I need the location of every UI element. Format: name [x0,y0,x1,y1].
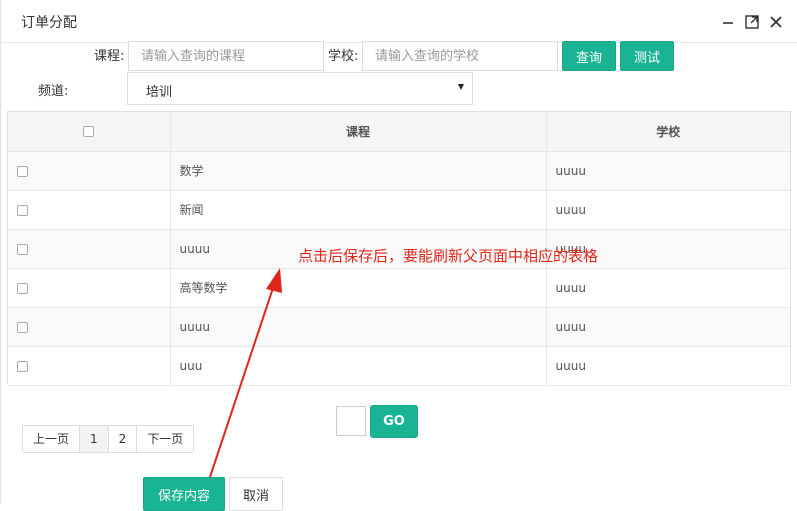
course-cell: uuuu [170,307,547,347]
row-checkbox[interactable] [17,360,28,372]
table-row[interactable]: 数学 uuuu [8,151,790,191]
channel-label: 频道: [38,84,69,99]
table-row[interactable]: 高等数学 uuuu [8,268,790,308]
school-search-input[interactable] [362,41,558,71]
annotation-text: 点击后保存后，要能刷新父页面中相应的表格 [298,247,599,265]
channel-selected-value: 培训 [146,85,173,100]
close-icon[interactable] [768,14,784,30]
table-header-row: 课程 学校 [8,112,790,152]
maximize-icon[interactable] [744,14,760,30]
row-checkbox[interactable] [17,321,28,333]
next-page-button[interactable]: 下一页 [137,426,194,452]
school-label: 学校: [328,49,359,64]
table-row[interactable]: uuu uuuu [8,346,790,386]
column-header-school: 学校 [546,112,790,152]
table-row[interactable]: 新闻 uuuu [8,190,790,230]
page-button-2[interactable]: 2 [108,426,138,452]
course-cell: 新闻 [170,190,547,230]
row-select-cell [8,190,171,230]
dialog-title: 订单分配 [21,15,77,31]
minimize-icon[interactable] [720,14,736,30]
column-header-course: 课程 [170,112,547,152]
row-select-cell [8,229,171,269]
test-button[interactable]: 测试 [620,41,674,71]
course-label: 课程: [94,49,125,64]
cancel-button[interactable]: 取消 [229,477,283,511]
row-checkbox[interactable] [17,243,28,255]
page-button-1[interactable]: 1 [80,426,109,452]
pagination: 上一页 1 2 下一页 [22,425,195,453]
course-cell: 数学 [170,151,547,191]
course-cell: 高等数学 [170,268,547,308]
dropdown-caret-icon [458,84,464,90]
row-checkbox[interactable] [17,204,28,216]
dialog-titlebar: 订单分配 [1,0,797,43]
order-assign-dialog: 订单分配 课程: 学校: 查询 测试 频道: 培训 [0,0,797,511]
row-select-cell [8,268,171,308]
go-button[interactable]: GO [370,405,418,438]
school-cell: uuuu [546,190,790,230]
school-cell: uuuu [546,268,790,308]
save-button[interactable]: 保存内容 [143,477,225,511]
school-cell: uuuu [546,307,790,347]
school-cell: uuuu [546,151,790,191]
course-search-input[interactable] [128,41,324,71]
select-all-header [8,112,171,152]
row-checkbox[interactable] [17,282,28,294]
page-jump-input[interactable] [336,406,366,436]
school-cell: uuuu [546,346,790,386]
channel-select[interactable]: 培训 [127,72,473,105]
query-button[interactable]: 查询 [562,41,616,71]
prev-page-button[interactable]: 上一页 [23,426,81,452]
row-select-cell [8,307,171,347]
select-all-checkbox[interactable] [83,126,95,138]
row-select-cell [8,346,171,386]
row-checkbox[interactable] [17,165,28,177]
course-cell: uuu [170,346,547,386]
row-select-cell [8,151,171,191]
table-row[interactable]: uuuu uuuu [8,307,790,347]
